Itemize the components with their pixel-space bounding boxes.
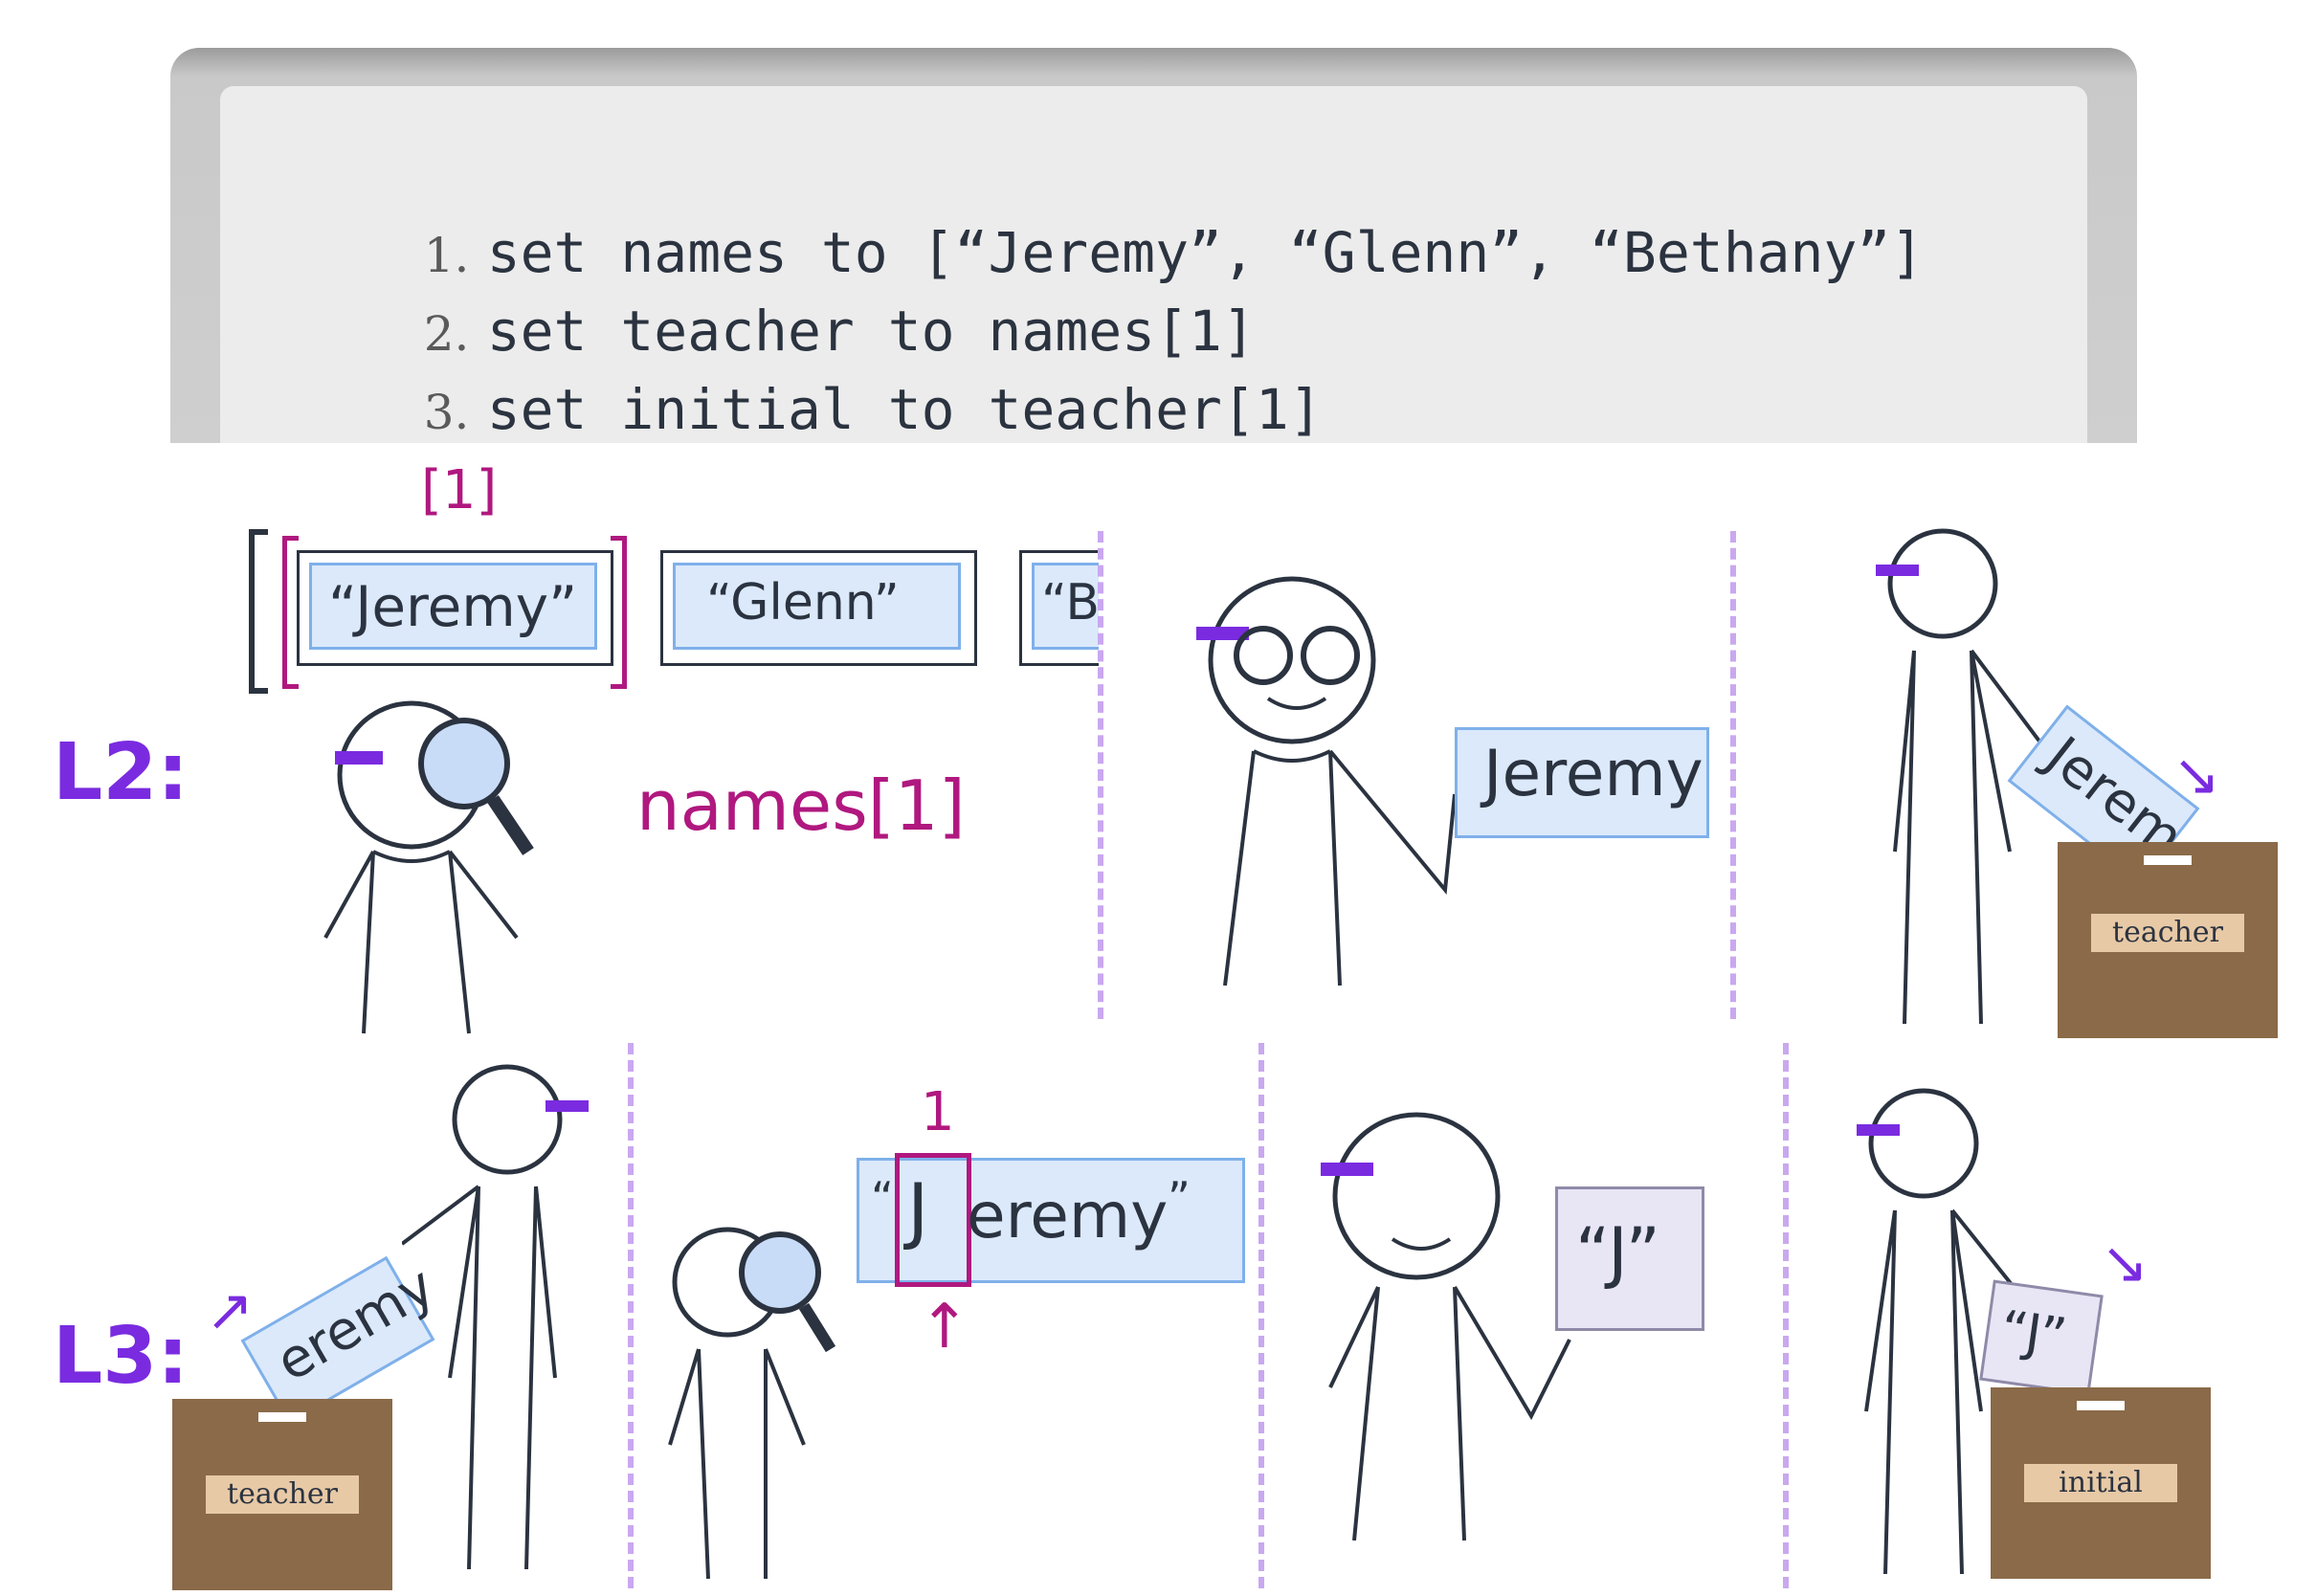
paper-j: “J” — [1555, 1186, 1704, 1331]
array-item-2: “B — [1041, 574, 1099, 632]
down-arrow-icon: ↘ — [2101, 1230, 2149, 1297]
teacher-box-label: teacher — [2091, 914, 2244, 952]
divider — [1783, 1043, 1789, 1588]
scientist-magnifier-figure-2 — [668, 1227, 836, 1579]
code-text: set initial to teacher[1] — [486, 377, 1323, 442]
char-index-bracket — [895, 1153, 971, 1287]
array-open-bracket — [249, 529, 268, 694]
string-rest: eremy — [967, 1179, 1169, 1252]
paper-jeremy-text: Jeremy — [1483, 737, 1704, 810]
divider — [1730, 531, 1736, 1019]
string-first-char: J — [907, 1167, 929, 1252]
array-cell-2: “B — [1019, 550, 1099, 666]
box-slot — [2144, 855, 2192, 865]
array-index-label: [1] — [421, 459, 498, 521]
divider — [1098, 531, 1103, 1019]
teacher-box: teacher — [2058, 842, 2278, 1038]
teacher-box-2-label: teacher — [206, 1475, 359, 1514]
string-close-quote: ” — [1168, 1172, 1191, 1224]
array-item-0: “Jeremy” — [328, 574, 578, 639]
expression-label: names[1] — [636, 765, 966, 846]
line-number: 3. — [423, 385, 470, 440]
up-arrow-icon: ↗ — [206, 1277, 255, 1344]
paper-j-2: “J” — [1979, 1279, 2104, 1396]
paper-j-text: “J” — [1575, 1213, 1660, 1292]
names-array: [1] “Jeremy” “Glenn” “B — [249, 459, 1110, 694]
row-label-l3: L3: — [53, 1311, 189, 1402]
scientist-magnifier-figure — [323, 700, 534, 1034]
up-arrow-icon: ↑ — [919, 1292, 970, 1363]
array-cell-1: “Glenn” — [660, 550, 977, 666]
initial-box-label: initial — [2024, 1464, 2177, 1502]
box-slot — [258, 1412, 306, 1422]
array-cell-0: “Jeremy” — [297, 550, 613, 666]
scientist-retrieving-figure — [402, 1064, 589, 1570]
whiteboard: 1. set names to [“Jeremy”, “Glenn”, “Beth… — [170, 48, 2137, 443]
scientist-holding-j-figure — [1321, 1112, 1571, 1541]
divider — [1258, 1043, 1264, 1588]
string-open-quote: “ — [871, 1172, 894, 1224]
string-index-number: 1 — [921, 1081, 955, 1143]
row-label-l2: L2: — [53, 727, 189, 818]
down-arrow-icon: ↘ — [2172, 742, 2221, 809]
box-slot — [2077, 1401, 2125, 1410]
initial-box: initial — [1991, 1387, 2211, 1579]
paper-j-2-text: “J” — [1996, 1298, 2071, 1368]
array-item-1: “Glenn” — [706, 574, 900, 632]
divider — [628, 1043, 634, 1588]
teacher-box-2: teacher — [172, 1399, 392, 1590]
